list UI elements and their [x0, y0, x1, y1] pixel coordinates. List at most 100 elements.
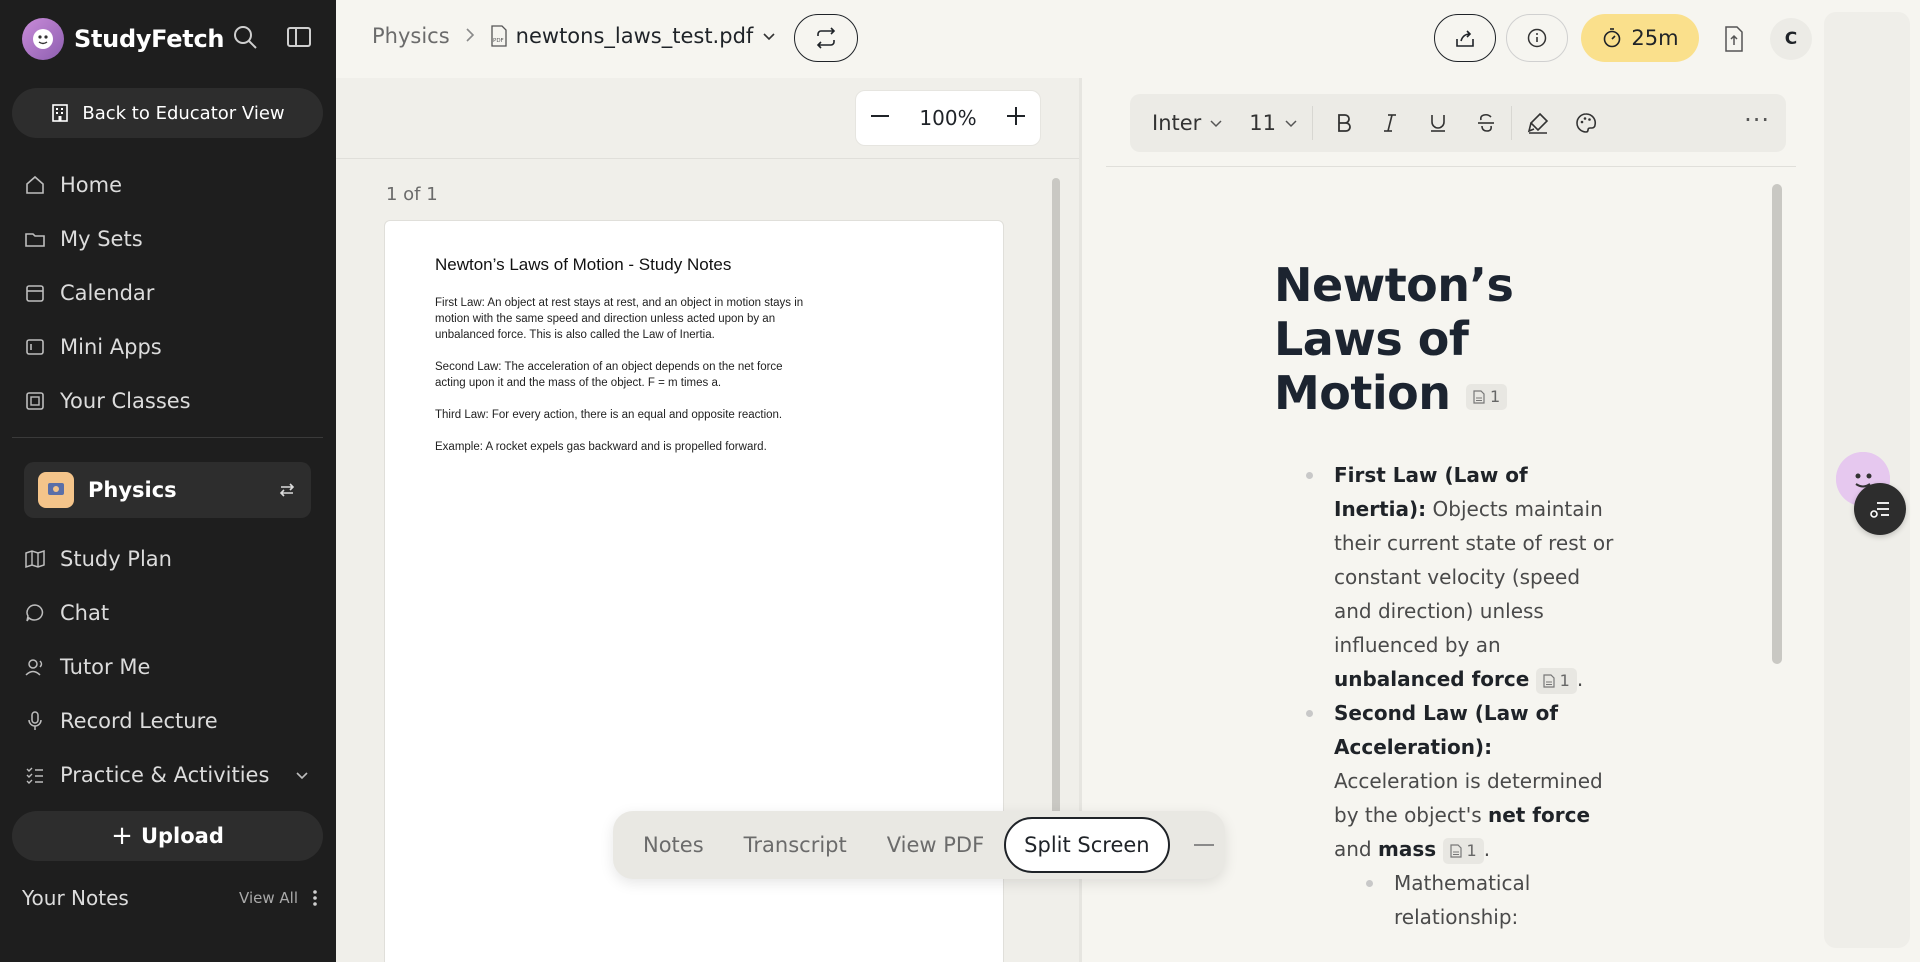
toolbar-separator — [1312, 106, 1314, 140]
view-switcher: Notes Transcript View PDF Split Screen — [613, 811, 1225, 879]
chat-icon — [26, 604, 44, 622]
palette-icon[interactable] — [1574, 111, 1598, 135]
sidebar-item-practice-activities[interactable]: Practice & Activities — [0, 748, 336, 802]
chevron-right-icon — [464, 24, 476, 48]
sidebar-item-label: Record Lecture — [60, 709, 218, 733]
breadcrumb-course[interactable]: Physics — [372, 24, 450, 48]
italic-icon[interactable] — [1379, 112, 1401, 134]
share-button[interactable] — [1434, 14, 1496, 62]
strikethrough-icon[interactable] — [1475, 112, 1497, 134]
your-notes-title: Your Notes — [22, 886, 129, 910]
notes-title: Newton’s Laws of Motion 1 — [1274, 258, 1614, 420]
sidebar-toggle-icon[interactable] — [286, 24, 312, 54]
refresh-icon — [816, 27, 836, 49]
folder-icon — [25, 233, 45, 247]
citation-number: 1 — [1559, 670, 1570, 690]
citation-badge[interactable]: 1 — [1466, 383, 1508, 410]
tab-split-screen[interactable]: Split Screen — [1004, 817, 1170, 873]
chevron-down-icon — [1285, 120, 1297, 128]
view-all-link[interactable]: View All — [239, 889, 298, 907]
zoom-in-icon[interactable] — [1004, 104, 1028, 133]
sidebar-item-record-lecture[interactable]: Record Lecture — [0, 694, 336, 748]
sidebar-item-home[interactable]: Home — [0, 158, 336, 212]
microphone-icon — [28, 711, 42, 730]
list-icon — [1870, 502, 1889, 518]
citation-badge[interactable]: 1 — [1535, 667, 1577, 694]
bold-icon[interactable] — [1333, 112, 1355, 134]
sidebar-item-calendar[interactable]: Calendar — [0, 266, 336, 320]
top-bar: Physics PDF newtons_laws_test.pdf 25m C — [336, 0, 1920, 78]
refresh-swap-button[interactable] — [794, 14, 858, 62]
class-nav: Study Plan Chat Tutor Me Record Lecture … — [0, 532, 336, 802]
sidebar-item-label: Mini Apps — [60, 335, 162, 359]
editor-scroll-thumb[interactable] — [1772, 184, 1782, 664]
chevron-down-icon[interactable] — [761, 28, 777, 44]
editor-scrollbar[interactable] — [1772, 174, 1782, 950]
list-item: Second Law (Law of Acceleration): Accele… — [1274, 696, 1614, 934]
document-icon — [1543, 673, 1555, 688]
sidebar-item-tutor-me[interactable]: Tutor Me — [0, 640, 336, 694]
pdf-title: Newton’s Laws of Motion - Study Notes — [435, 255, 732, 274]
font-family-select[interactable]: Inter — [1152, 111, 1223, 135]
sidebar-item-mini-apps[interactable]: Mini Apps — [0, 320, 336, 374]
document-icon — [1473, 389, 1485, 404]
chevron-down-icon[interactable] — [294, 767, 310, 783]
map-icon — [25, 549, 45, 569]
toolbar-separator — [1511, 106, 1513, 140]
switch-arrows-icon[interactable] — [277, 480, 297, 500]
pdf-paragraph: First Law: An object at rest stays at re… — [435, 297, 804, 341]
font-size-value: 11 — [1249, 111, 1277, 135]
back-to-educator-label: Back to Educator View — [82, 102, 285, 124]
citation-badge[interactable]: 1 — [1442, 837, 1484, 864]
sub-list-item: Mathematical relationship: — [1334, 866, 1614, 934]
sidebar-divider — [12, 437, 323, 438]
notes-document[interactable]: Newton’s Laws of Motion 1 First Law (Law… — [1274, 258, 1614, 934]
search-icon[interactable] — [232, 24, 258, 54]
info-button[interactable] — [1506, 14, 1568, 62]
tab-transcript[interactable]: Transcript — [724, 817, 867, 873]
zoom-out-icon[interactable] — [868, 104, 892, 133]
studyfetch-logo-icon — [22, 18, 64, 60]
avatar[interactable]: C — [1770, 18, 1812, 60]
pdf-scrollbar[interactable] — [1052, 178, 1060, 900]
timer-value: 25m — [1631, 26, 1679, 50]
upload-button[interactable]: + Upload — [12, 811, 323, 861]
sidebar-item-label: My Sets — [60, 227, 143, 251]
sidebar-item-my-sets[interactable]: My Sets — [0, 212, 336, 266]
file-name[interactable]: newtons_laws_test.pdf — [516, 24, 754, 48]
brand[interactable]: StudyFetch — [22, 18, 224, 60]
more-vertical-icon[interactable] — [312, 889, 318, 907]
app-window-icon — [26, 339, 44, 355]
list-item-bold: mass — [1378, 837, 1437, 861]
format-toolbar: Inter 11 ··· — [1130, 94, 1786, 152]
font-size-select[interactable]: 11 — [1249, 111, 1298, 135]
class-switcher[interactable]: Physics — [24, 462, 311, 518]
export-file-icon[interactable] — [1723, 26, 1745, 56]
brand-name: StudyFetch — [74, 25, 225, 53]
home-icon — [26, 175, 44, 194]
list-item-bold: net force — [1487, 803, 1591, 827]
main-nav: Home My Sets Calendar Mini Apps Your Cla… — [0, 158, 336, 428]
sidebar-item-chat[interactable]: Chat — [0, 586, 336, 640]
underline-icon[interactable] — [1427, 112, 1449, 134]
minimize-icon[interactable] — [1193, 844, 1214, 846]
sidebar-item-label: Study Plan — [60, 547, 172, 571]
upload-label: Upload — [140, 824, 224, 848]
chevron-down-icon — [1210, 120, 1222, 128]
timer-button[interactable]: 25m — [1581, 14, 1699, 62]
citation-number: 1 — [1466, 840, 1477, 860]
highlighter-icon[interactable] — [1526, 111, 1550, 135]
checklist-icon — [26, 767, 43, 784]
pdf-scroll-thumb[interactable] — [1052, 178, 1060, 878]
notes-outline-button[interactable] — [1854, 483, 1906, 535]
back-to-educator-button[interactable]: Back to Educator View — [12, 88, 323, 138]
zoom-level: 100% — [919, 106, 977, 130]
tab-view-pdf[interactable]: View PDF — [867, 817, 1004, 873]
list-item-text: and — [1334, 837, 1372, 861]
list-item-punct: . — [1483, 837, 1491, 861]
pdf-paragraph: Example: A rocket expels gas backward an… — [435, 441, 767, 453]
more-options-icon[interactable]: ··· — [1744, 106, 1770, 134]
sidebar-item-your-classes[interactable]: Your Classes — [0, 374, 336, 428]
sidebar-item-study-plan[interactable]: Study Plan — [0, 532, 336, 586]
tab-notes[interactable]: Notes — [623, 817, 724, 873]
